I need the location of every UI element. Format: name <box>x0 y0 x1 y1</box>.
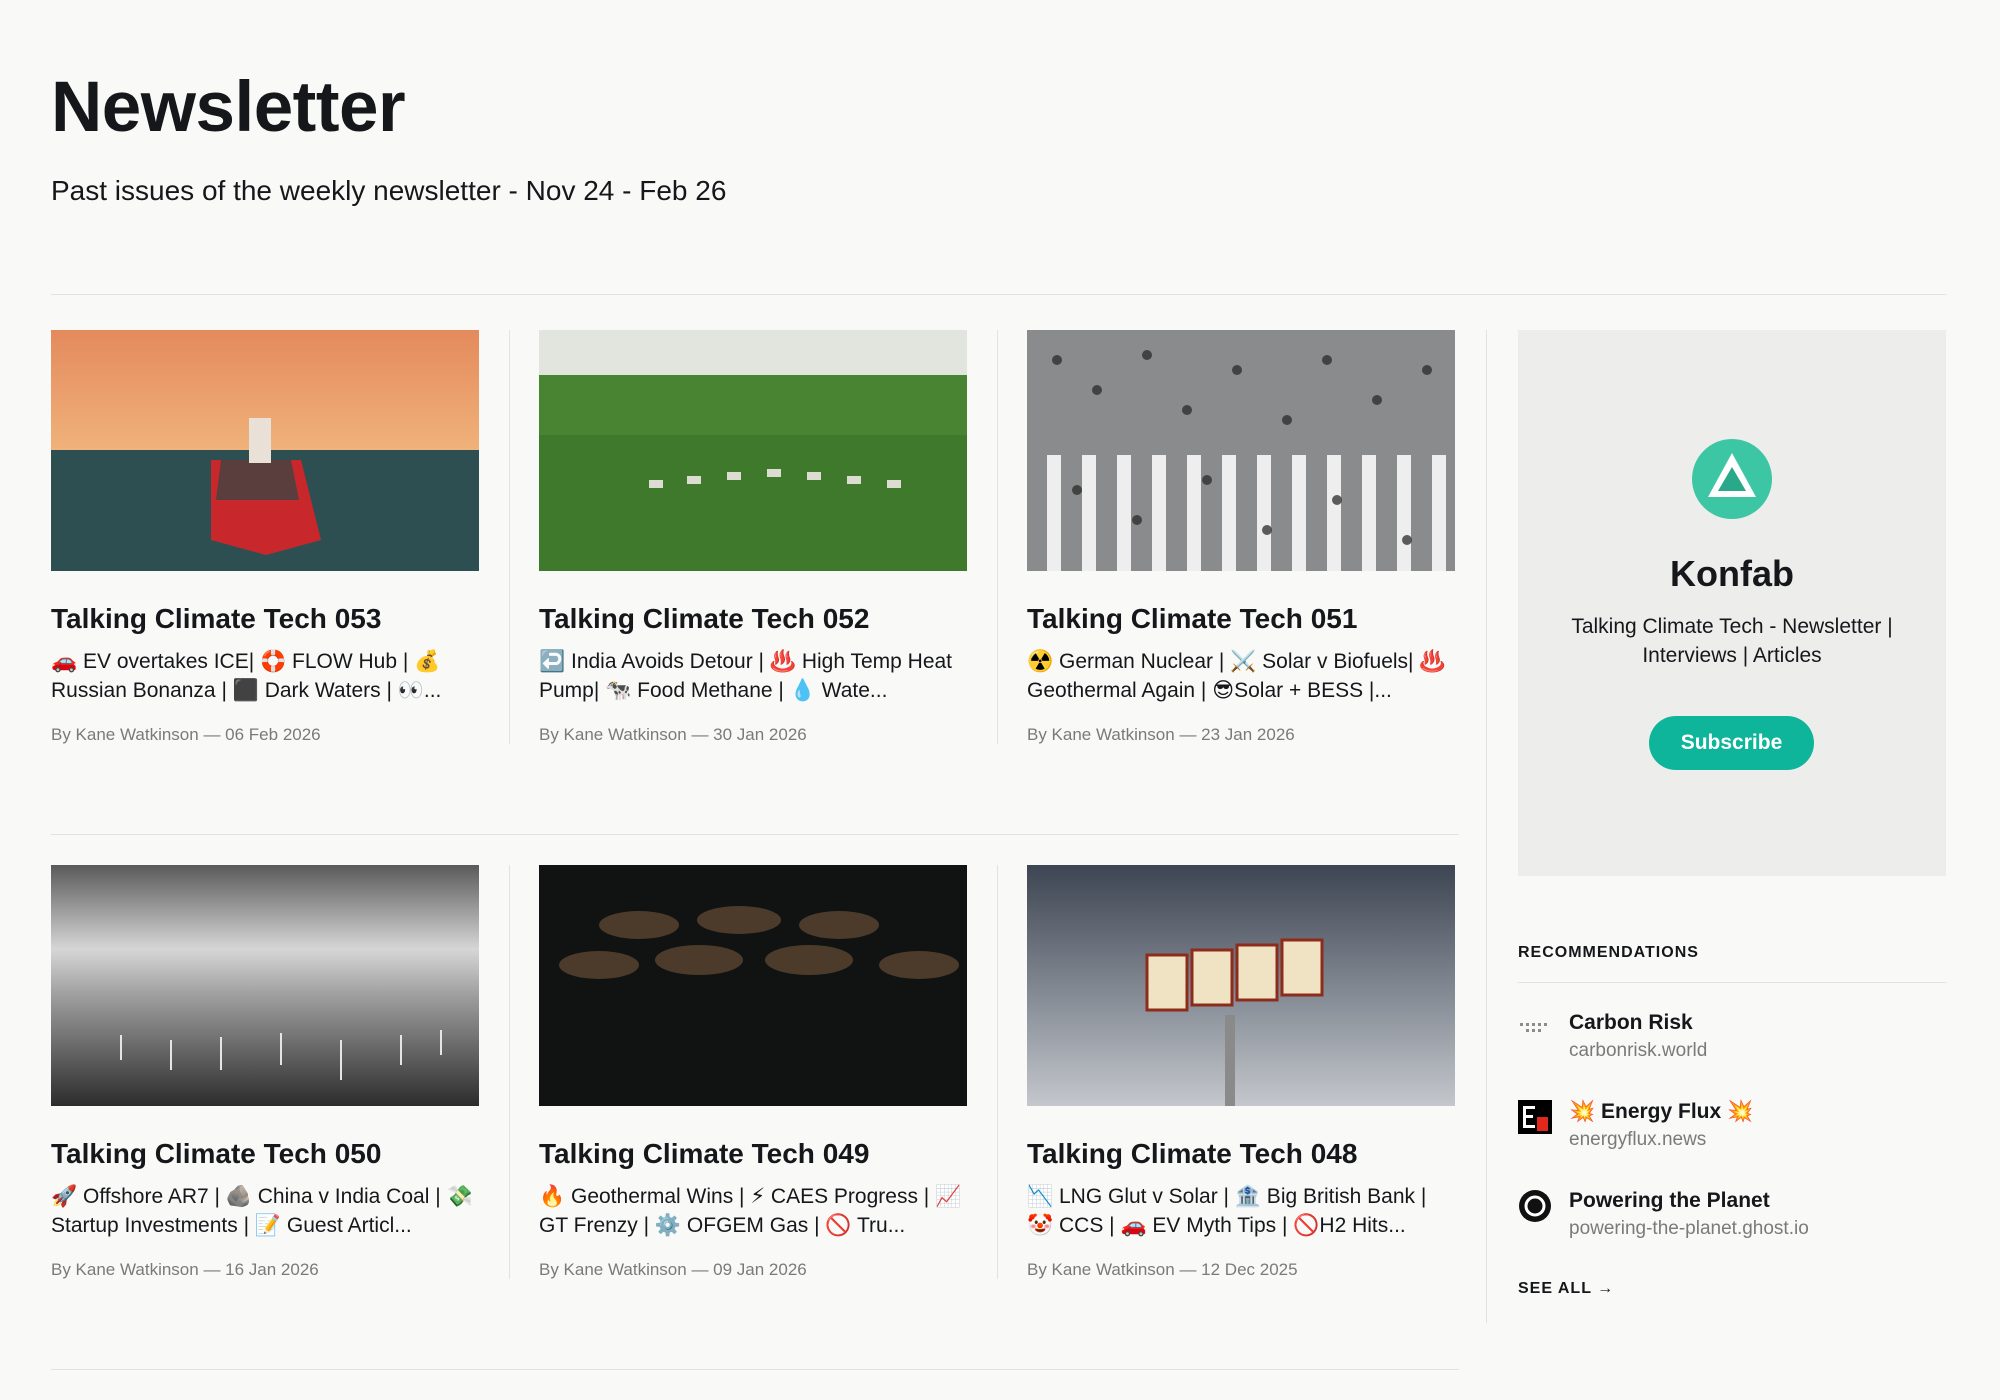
recommendation-item[interactable]: Carbon Risk carbonrisk.world <box>1518 1009 1946 1098</box>
post-excerpt: 🔥 Geothermal Wins | ⚡ CAES Progress | 📈 … <box>539 1185 962 1237</box>
recommendation-item[interactable]: Powering the Planet powering-the-planet.… <box>1518 1187 1946 1276</box>
post-excerpt: ↩️ India Avoids Detour | ♨️ High Temp He… <box>539 650 953 702</box>
recommendations-title: RECOMMENDATIONS <box>1518 944 1699 961</box>
recommendation-name[interactable]: Carbon Risk <box>1569 1009 1707 1037</box>
post-card[interactable]: Talking Climate Tech 050 🚀 Offshore AR7 … <box>51 865 510 1279</box>
post-card[interactable]: Talking Climate Tech 049 🔥 Geothermal Wi… <box>539 865 998 1279</box>
post-meta: By Kane Watkinson — 16 Jan 2026 <box>51 1260 319 1279</box>
recommendation-name[interactable]: Powering the Planet <box>1569 1187 1809 1215</box>
subscribe-button[interactable]: Subscribe <box>1649 716 1814 770</box>
post-card[interactable]: Talking Climate Tech 053 🚗 EV overtakes … <box>51 330 510 744</box>
publication-card: Konfab Talking Climate Tech - Newsletter… <box>1518 330 1946 876</box>
post-excerpt: 📉 LNG Glut v Solar | 🏦 Big British Bank … <box>1027 1185 1427 1237</box>
post-image-gas-sign[interactable] <box>1027 865 1455 1106</box>
post-excerpt: 🚗 EV overtakes ICE| 🛟 FLOW Hub | 💰 Russi… <box>51 650 442 702</box>
post-image-offshore-wind[interactable] <box>51 865 479 1106</box>
post-card[interactable]: Talking Climate Tech 051 ☢️ German Nucle… <box>1027 330 1455 744</box>
post-title[interactable]: Talking Climate Tech 053 <box>51 601 479 637</box>
post-image-oil-tanker[interactable] <box>51 330 479 571</box>
post-title[interactable]: Talking Climate Tech 049 <box>539 1136 967 1172</box>
recommendations: RECOMMENDATIONS Carbon Risk carbonrisk.w… <box>1518 944 1946 1298</box>
post-meta: By Kane Watkinson — 30 Jan 2026 <box>539 725 807 744</box>
post-meta: By Kane Watkinson — 23 Jan 2026 <box>1027 725 1295 744</box>
konfab-logo-icon <box>1690 437 1774 526</box>
post-image-tractors-field[interactable] <box>539 330 967 571</box>
page-title: Newsletter <box>51 68 406 147</box>
post-image-crowd-crosswalk[interactable] <box>1027 330 1455 571</box>
page-header: Newsletter Past issues of the weekly new… <box>51 60 1951 207</box>
energy-flux-icon <box>1518 1100 1552 1134</box>
recommendation-url: powering-the-planet.ghost.io <box>1569 1218 1809 1239</box>
post-excerpt: 🚀 Offshore AR7 | 🪨 China v India Coal | … <box>51 1185 473 1237</box>
post-excerpt: ☢️ German Nuclear | ⚔️ Solar v Biofuels|… <box>1027 650 1446 702</box>
recommendation-item[interactable]: 💥 Energy Flux 💥 energyflux.news <box>1518 1098 1946 1187</box>
post-title[interactable]: Talking Climate Tech 051 <box>1027 601 1455 637</box>
post-feed: Talking Climate Tech 053 🚗 EV overtakes … <box>51 330 1459 1400</box>
post-row: Talking Climate Tech 050 🚀 Offshore AR7 … <box>51 865 1459 1279</box>
header-divider <box>51 294 1946 295</box>
publication-name: Konfab <box>1670 553 1794 594</box>
recommendation-url: carbonrisk.world <box>1569 1040 1708 1061</box>
publication-description: Talking Climate Tech - Newsletter | Inte… <box>1571 615 1893 667</box>
carbon-risk-icon <box>1518 1011 1552 1045</box>
powering-the-planet-icon <box>1518 1189 1552 1223</box>
post-title[interactable]: Talking Climate Tech 052 <box>539 601 967 637</box>
post-image-oil-barrels[interactable] <box>539 865 967 1106</box>
post-card[interactable]: Talking Climate Tech 052 ↩️ India Avoids… <box>539 330 998 744</box>
see-all-link[interactable]: SEE ALL → <box>1518 1280 1946 1298</box>
recommendations-divider <box>1518 982 1946 983</box>
post-title[interactable]: Talking Climate Tech 048 <box>1027 1136 1455 1172</box>
post-meta: By Kane Watkinson — 09 Jan 2026 <box>539 1260 807 1279</box>
post-meta: By Kane Watkinson — 12 Dec 2025 <box>1027 1260 1298 1279</box>
row-divider <box>51 1369 1459 1370</box>
post-row: Talking Climate Tech 053 🚗 EV overtakes … <box>51 330 1459 744</box>
recommendation-url: energyflux.news <box>1569 1129 1707 1150</box>
recommendation-name[interactable]: 💥 Energy Flux 💥 <box>1569 1098 1753 1126</box>
post-card[interactable]: Talking Climate Tech 048 📉 LNG Glut v So… <box>1027 865 1455 1279</box>
sidebar-divider <box>1486 330 1487 1323</box>
post-title[interactable]: Talking Climate Tech 050 <box>51 1136 479 1172</box>
post-meta: By Kane Watkinson — 06 Feb 2026 <box>51 725 321 744</box>
page-subtitle: Past issues of the weekly newsletter - N… <box>51 175 727 206</box>
row-divider <box>51 834 1459 835</box>
